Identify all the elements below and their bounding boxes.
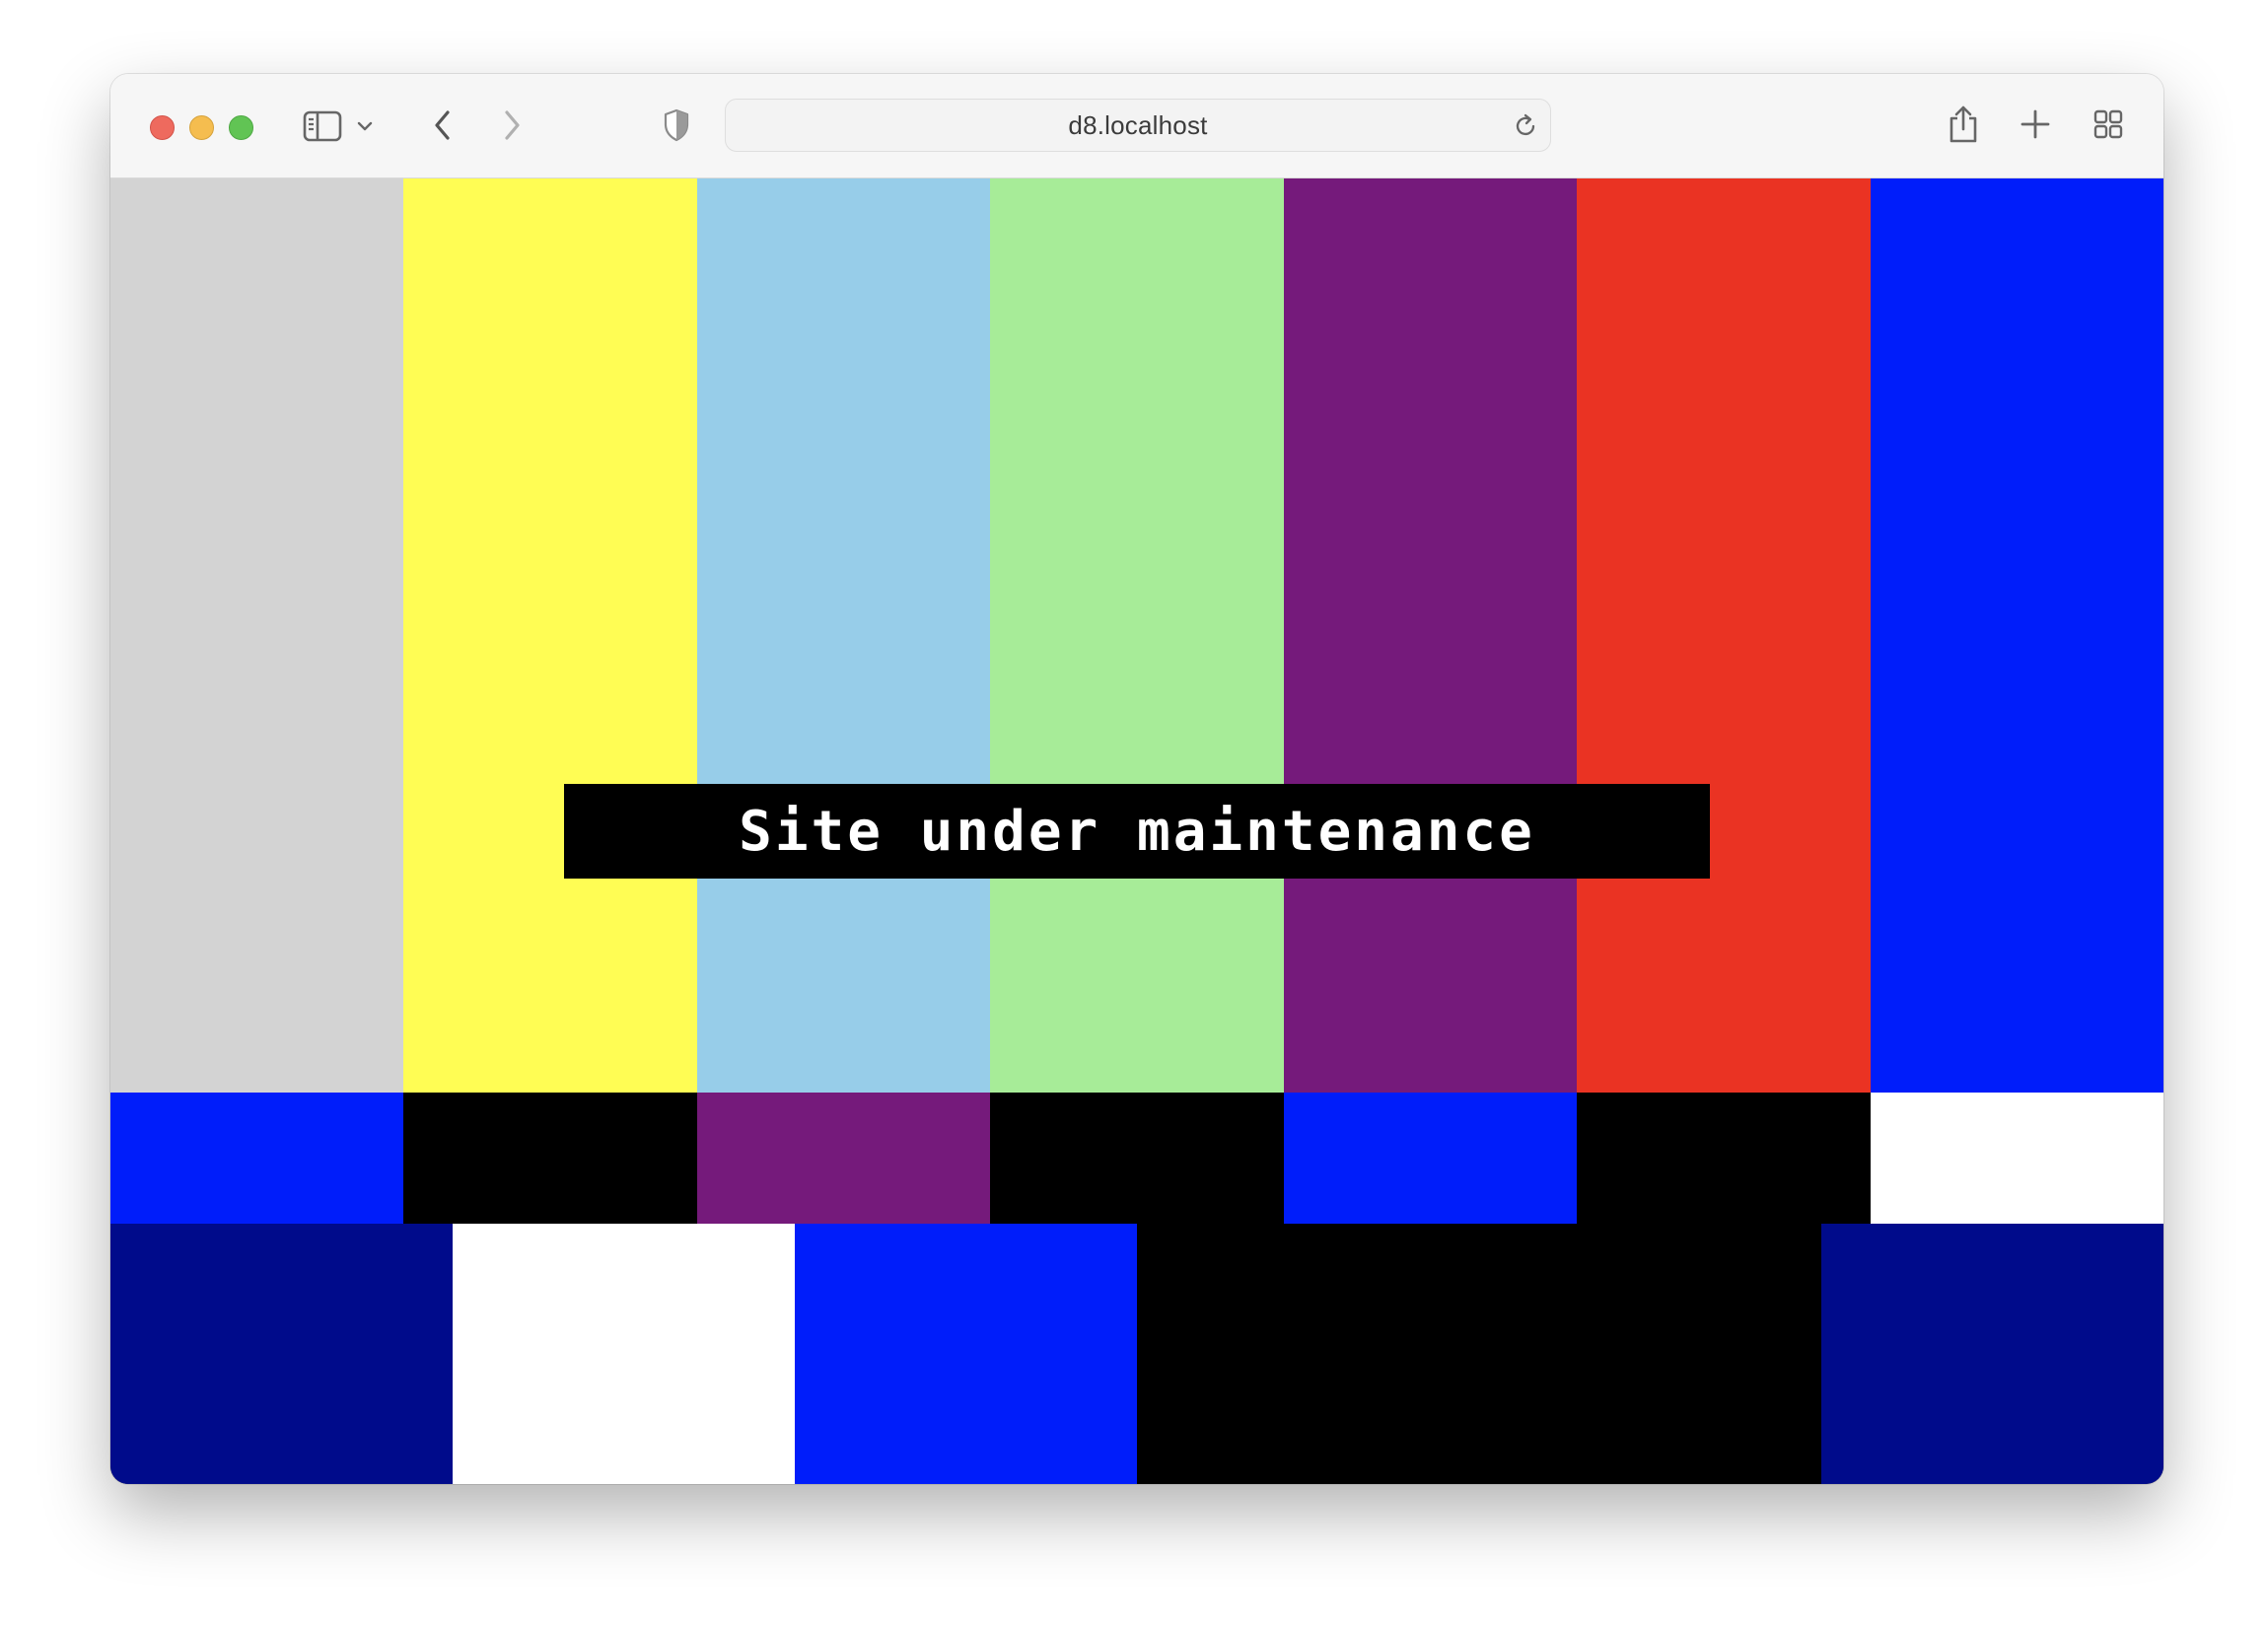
page-content: Site under maintenance: [110, 178, 2163, 1484]
color-bar-gray: [110, 178, 403, 1093]
strip-black-2: [990, 1093, 1284, 1224]
tab-overview-button[interactable]: [2091, 106, 2126, 142]
browser-window: d8.localhost Site under maintenance: [110, 74, 2163, 1484]
back-arrow-icon: [432, 108, 454, 142]
color-bar-red: [1577, 178, 1871, 1093]
strip-black-3: [1577, 1093, 1871, 1224]
share-button[interactable]: [1945, 102, 1982, 147]
strip-white: [1871, 1093, 2163, 1224]
block-blue: [795, 1224, 1137, 1484]
color-bar-purple: [1284, 178, 1577, 1093]
maximize-window-button[interactable]: [229, 115, 253, 140]
block-white: [453, 1224, 795, 1484]
new-tab-button[interactable]: [2018, 106, 2053, 142]
strip-black-1: [403, 1093, 697, 1224]
back-button[interactable]: [426, 106, 460, 145]
block-navy-1: [110, 1224, 453, 1484]
privacy-report-button[interactable]: [659, 106, 694, 145]
color-bar-light-green: [990, 178, 1284, 1093]
forward-button[interactable]: [495, 106, 529, 145]
sidebar-toggle-button[interactable]: [302, 107, 343, 145]
browser-toolbar: d8.localhost: [110, 74, 2163, 178]
strip-blue-1: [110, 1093, 403, 1224]
color-bar-light-blue: [697, 178, 990, 1093]
url-text: d8.localhost: [1068, 109, 1208, 140]
block-navy-2: [1821, 1224, 2163, 1484]
close-window-button[interactable]: [150, 115, 175, 140]
reload-icon: [1511, 113, 1540, 145]
minimize-window-button[interactable]: [189, 115, 214, 140]
plus-icon: [2020, 108, 2051, 140]
sidebar-icon: [303, 109, 342, 143]
color-bar-yellow: [403, 178, 697, 1093]
maintenance-banner: Site under maintenance: [564, 784, 1710, 879]
sidebar-menu-button[interactable]: [354, 113, 376, 139]
address-bar[interactable]: d8.localhost: [725, 99, 1551, 152]
share-icon: [1947, 104, 1980, 145]
grid-icon: [2092, 108, 2124, 140]
forward-arrow-icon: [501, 108, 523, 142]
color-bar-blue: [1871, 178, 2163, 1093]
maintenance-message: Site under maintenance: [739, 799, 1535, 864]
strip-blue-2: [1284, 1093, 1577, 1224]
reload-button[interactable]: [1511, 111, 1540, 141]
chevron-down-icon: [356, 120, 374, 132]
strip-purple: [697, 1093, 990, 1224]
block-black: [1137, 1224, 1821, 1484]
shield-icon: [662, 107, 691, 143]
